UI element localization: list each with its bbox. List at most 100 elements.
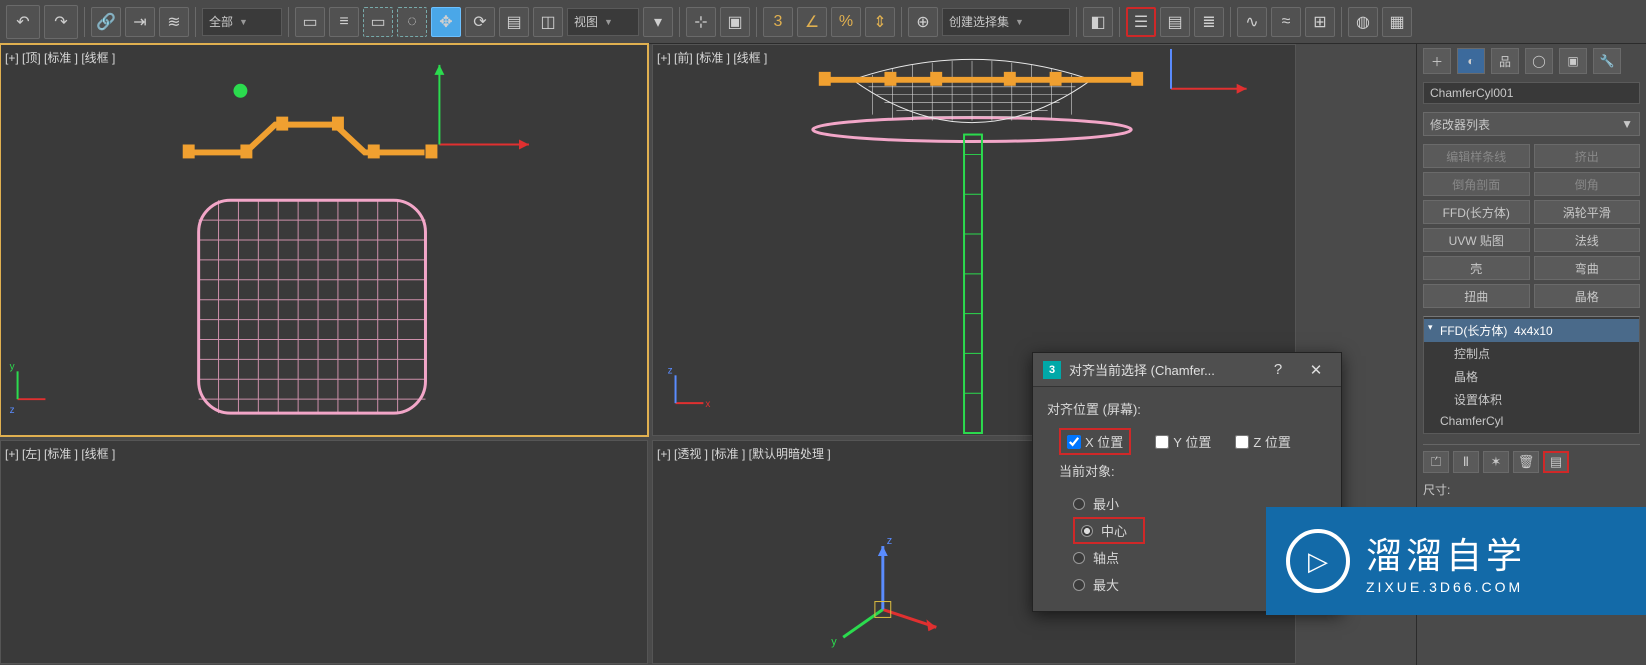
window-crossing-button[interactable]: ◌: [397, 7, 427, 37]
modifier-list-label: 修改器列表: [1430, 116, 1490, 133]
watermark-title: 溜溜自学: [1366, 527, 1526, 579]
undo-button[interactable]: ↶: [6, 5, 40, 39]
make-unique-button[interactable]: ✶: [1483, 451, 1509, 473]
stack-ffd-dim: 4x4x10: [1514, 324, 1553, 338]
mirror-button[interactable]: ◧: [1083, 7, 1113, 37]
remove-modifier-button[interactable]: 🗑: [1513, 451, 1539, 473]
redo-button[interactable]: ↷: [44, 5, 78, 39]
select-place-button[interactable]: ◫: [533, 7, 563, 37]
mod-turbosmooth[interactable]: 涡轮平滑: [1534, 200, 1641, 224]
link-button[interactable]: 🔗: [91, 7, 121, 37]
svg-text:z: z: [10, 405, 15, 416]
selection-filter-dropdown[interactable]: 全部 ▼: [202, 8, 282, 36]
axis-checkbox-row: X 位置 Y 位置 Z 位置: [1059, 428, 1327, 455]
watermark: ▷ 溜溜自学 ZIXUE.3D66.COM: [1266, 507, 1646, 615]
schematic-view-button[interactable]: ⊞: [1305, 7, 1335, 37]
stack-sub-lattice[interactable]: 晶格: [1424, 365, 1639, 388]
configure-sets-button[interactable]: ▤: [1543, 451, 1569, 473]
curve-editor-button[interactable]: ∿: [1237, 7, 1267, 37]
rect-region-button[interactable]: ▭: [363, 7, 393, 37]
stack-ffd[interactable]: ▾ FFD(长方体) 4x4x10: [1424, 319, 1639, 342]
y-position-checkbox[interactable]: Y 位置: [1155, 428, 1211, 455]
z-position-input[interactable]: [1235, 435, 1249, 449]
z-position-checkbox[interactable]: Z 位置: [1235, 428, 1291, 455]
hierarchy-tab[interactable]: 品: [1491, 48, 1519, 74]
toggle-ribbon-button[interactable]: ≣: [1194, 7, 1224, 37]
stack-ffd-label: FFD(长方体): [1440, 324, 1507, 338]
select-by-name-button[interactable]: ≡: [329, 7, 359, 37]
chevron-down-icon: ▼: [604, 17, 613, 27]
y-position-input[interactable]: [1155, 435, 1169, 449]
stack-base-object[interactable]: ChamferCyl: [1424, 411, 1639, 431]
more-tools-button[interactable]: ▦: [1382, 7, 1412, 37]
select-move-button[interactable]: ✥: [431, 7, 461, 37]
dialog-title: 对齐当前选择 (Chamfer...: [1069, 360, 1255, 379]
main-toolbar: ↶ ↷ 🔗 ⇥ ≋ 全部 ▼ ▭ ≡ ▭ ◌ ✥ ⟳ ▤ ◫ 视图 ▼ ▾ ⊹ …: [0, 0, 1646, 44]
svg-text:z: z: [668, 365, 673, 376]
svg-text:y: y: [10, 361, 15, 372]
named-selection-dropdown[interactable]: 创建选择集 ▼: [942, 8, 1070, 36]
mod-extrude[interactable]: 挤出: [1534, 144, 1641, 168]
viewport-left[interactable]: [+] [左] [标准 ] [线框 ]: [0, 440, 648, 664]
utilities-tab[interactable]: 🔧: [1593, 48, 1621, 74]
modify-tab[interactable]: ◐: [1457, 48, 1485, 74]
spinner-snap-button[interactable]: ⇕: [865, 7, 895, 37]
mod-normal[interactable]: 法线: [1534, 228, 1641, 252]
dimensions-label: 尺寸:: [1423, 477, 1640, 498]
bind-button[interactable]: ≋: [159, 7, 189, 37]
mod-bend[interactable]: 弯曲: [1534, 256, 1641, 280]
pin-stack-button[interactable]: ⏍: [1423, 451, 1449, 473]
chevron-down-icon: ▼: [1621, 117, 1633, 131]
mod-chamfer[interactable]: 倒角: [1534, 172, 1641, 196]
keyboard-shortcut-button[interactable]: ▣: [720, 7, 750, 37]
modifier-buttons: 编辑样条线 挤出 倒角剖面 倒角 FFD(长方体) 涡轮平滑 UVW 贴图 法线…: [1417, 140, 1646, 312]
align-position-section-label: 对齐位置 (屏幕):: [1047, 399, 1327, 418]
x-position-checkbox[interactable]: X 位置: [1059, 428, 1131, 455]
expand-icon: ▾: [1428, 322, 1433, 333]
svg-text:x: x: [705, 399, 710, 410]
mod-lattice[interactable]: 晶格: [1534, 284, 1641, 308]
x-position-input[interactable]: [1067, 435, 1081, 449]
mod-ffd-box[interactable]: FFD(长方体): [1423, 200, 1530, 224]
select-manip-button[interactable]: ⊹: [686, 7, 716, 37]
panel-footer: ⏍ Ⅱ ✶ 🗑 ▤ 尺寸:: [1423, 444, 1640, 498]
create-tab[interactable]: ＋: [1423, 48, 1451, 74]
stack-sub-controlpoints[interactable]: 控制点: [1424, 342, 1639, 365]
mod-uvw[interactable]: UVW 贴图: [1423, 228, 1530, 252]
play-icon: ▷: [1286, 529, 1350, 593]
mod-shell[interactable]: 壳: [1423, 256, 1530, 280]
dialog-titlebar[interactable]: 3 对齐当前选择 (Chamfer... ? ✕: [1033, 353, 1341, 387]
mod-twist[interactable]: 扭曲: [1423, 284, 1530, 308]
object-name-field[interactable]: ChamferCyl001: [1423, 82, 1640, 104]
named-selection-label: 创建选择集: [949, 13, 1009, 30]
show-end-result-button[interactable]: Ⅱ: [1453, 451, 1479, 473]
dialog-help-button[interactable]: ?: [1263, 361, 1293, 378]
app-3ds-icon: 3: [1043, 361, 1061, 379]
viewport-top[interactable]: [+] [顶] [标准 ] [线框 ]: [0, 44, 648, 436]
watermark-sub: ZIXUE.3D66.COM: [1366, 579, 1526, 595]
select-object-button[interactable]: ▭: [295, 7, 325, 37]
y-position-label: Y 位置: [1173, 432, 1211, 451]
mod-bevel-prof[interactable]: 倒角剖面: [1423, 172, 1530, 196]
align-button[interactable]: ☰: [1126, 7, 1156, 37]
unlink-button[interactable]: ⇥: [125, 7, 155, 37]
dope-sheet-button[interactable]: ≈: [1271, 7, 1301, 37]
layer-explorer-button[interactable]: ▤: [1160, 7, 1190, 37]
stack-sub-setvolume[interactable]: 设置体积: [1424, 388, 1639, 411]
radio-center[interactable]: 中心: [1073, 517, 1145, 544]
mod-edit-spline[interactable]: 编辑样条线: [1423, 144, 1530, 168]
display-tab[interactable]: ▣: [1559, 48, 1587, 74]
use-pivot-button[interactable]: ▾: [643, 7, 673, 37]
axis-constraint-button[interactable]: ⊕: [908, 7, 938, 37]
select-rotate-button[interactable]: ⟳: [465, 7, 495, 37]
angle-snap-button[interactable]: ∠: [797, 7, 827, 37]
snap-toggle-button[interactable]: 3: [763, 7, 793, 37]
modifier-list-dropdown[interactable]: 修改器列表 ▼: [1423, 112, 1640, 136]
motion-tab[interactable]: ◯: [1525, 48, 1553, 74]
z-position-label: Z 位置: [1253, 432, 1291, 451]
ref-coord-dropdown[interactable]: 视图 ▼: [567, 8, 639, 36]
dialog-close-button[interactable]: ✕: [1301, 361, 1331, 379]
material-editor-button[interactable]: ◍: [1348, 7, 1378, 37]
percent-snap-button[interactable]: %: [831, 7, 861, 37]
select-scale-button[interactable]: ▤: [499, 7, 529, 37]
